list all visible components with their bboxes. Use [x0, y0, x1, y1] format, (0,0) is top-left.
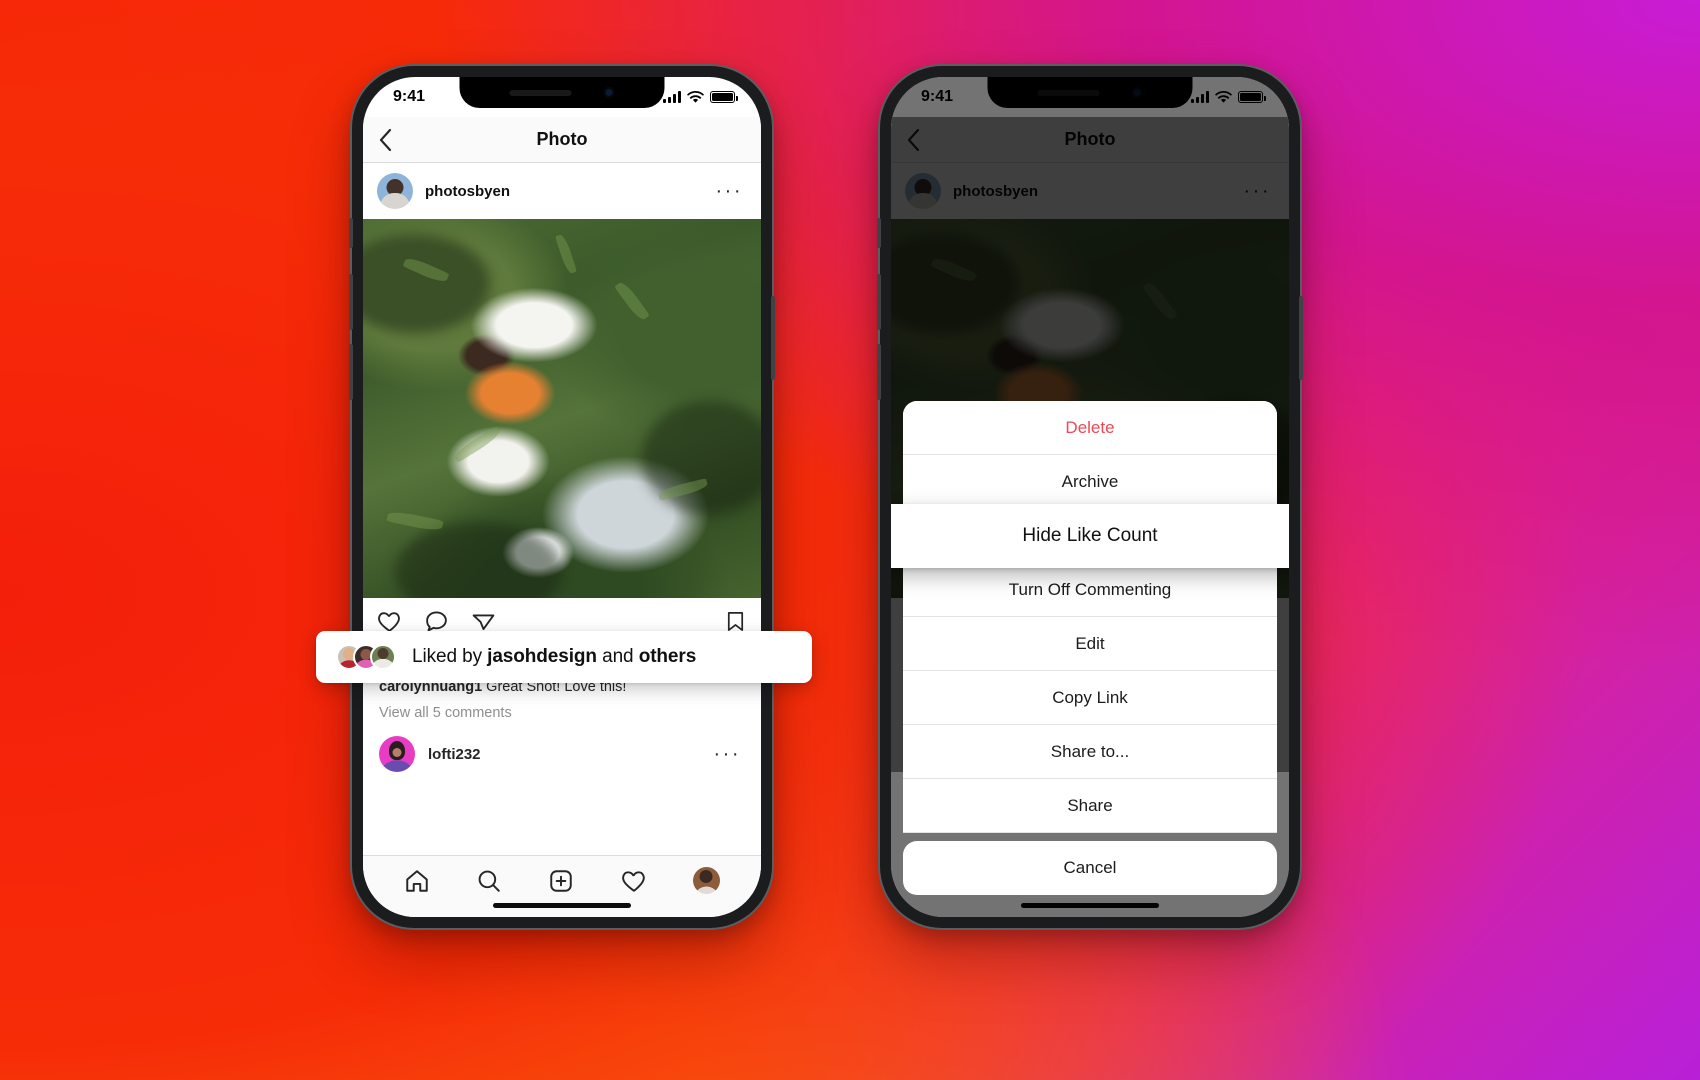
avatar[interactable] — [379, 736, 415, 772]
power-button[interactable] — [771, 296, 775, 380]
cellular-signal-icon — [663, 91, 681, 103]
volume-down-button[interactable] — [349, 344, 353, 400]
sheet-cancel-button[interactable]: Cancel — [903, 841, 1277, 895]
like-heart-icon[interactable] — [377, 609, 402, 634]
liker-avatar-stack — [336, 644, 396, 670]
right-phone-device: 9:41 Photo — [877, 66, 1303, 928]
sheet-item-hide-like-count[interactable]: Hide Like Count — [891, 504, 1289, 568]
right-phone-screen: 9:41 Photo — [891, 77, 1289, 917]
liked-by-others[interactable]: others — [639, 646, 697, 667]
wifi-icon — [687, 90, 704, 103]
volume-up-button[interactable] — [877, 274, 881, 330]
device-notch — [459, 77, 665, 108]
battery-icon — [710, 91, 738, 103]
sheet-item-copy-link[interactable]: Copy Link — [903, 671, 1277, 725]
liked-by-middle: and — [596, 646, 639, 667]
profile-avatar-icon — [692, 867, 720, 894]
front-camera — [603, 87, 615, 98]
save-bookmark-icon[interactable] — [724, 610, 747, 633]
sheet-item-delete[interactable]: Delete — [903, 401, 1277, 455]
sheet-item-turn-off-commenting[interactable]: Turn Off Commenting — [903, 563, 1277, 617]
chevron-left-icon[interactable] — [379, 128, 413, 151]
avatar[interactable] — [377, 173, 413, 209]
earpiece-speaker — [509, 89, 572, 96]
sheet-item-share[interactable]: Share — [903, 779, 1277, 833]
liked-by-callout[interactable]: Liked by jasohdesign and others — [316, 631, 812, 683]
page-title: Photo — [536, 129, 588, 149]
tab-activity[interactable] — [621, 868, 647, 894]
tab-create[interactable] — [548, 868, 574, 894]
post-author-username[interactable]: photosbyen — [425, 183, 704, 200]
tab-search[interactable] — [476, 868, 502, 894]
home-indicator[interactable] — [493, 903, 631, 908]
more-options-icon[interactable]: ··· — [714, 744, 745, 764]
tab-home[interactable] — [404, 868, 430, 894]
mute-switch[interactable] — [877, 218, 881, 248]
volume-up-button[interactable] — [349, 274, 353, 330]
view-all-comments-link[interactable]: View all 5 comments — [379, 700, 745, 726]
sheet-item-share-to[interactable]: Share to... — [903, 725, 1277, 779]
sheet-item-archive[interactable]: Archive — [903, 455, 1277, 509]
status-bar-icons — [663, 90, 738, 104]
tab-profile[interactable] — [692, 867, 720, 894]
left-phone-device: 9:41 Photo photosbyen ··· carolynhuang1 … — [349, 66, 775, 928]
comment-composer: lofti232 ··· — [363, 726, 761, 772]
post-photo[interactable] — [363, 219, 761, 598]
power-button[interactable] — [1299, 296, 1303, 380]
mute-switch[interactable] — [349, 218, 353, 248]
post-header: photosbyen ··· — [363, 163, 761, 219]
navigation-bar: Photo — [363, 117, 761, 163]
liker-avatar-3 — [370, 644, 396, 670]
liked-by-text: Liked by jasohdesign and others — [412, 646, 696, 668]
liked-by-prefix: Liked by — [412, 646, 488, 667]
screenshot-canvas: 9:41 Photo photosbyen ··· carolynhuang1 … — [0, 0, 1700, 1080]
volume-down-button[interactable] — [877, 344, 881, 400]
sheet-item-edit[interactable]: Edit — [903, 617, 1277, 671]
liked-by-username[interactable]: jasohdesign — [487, 646, 597, 667]
status-bar-time: 9:41 — [393, 88, 426, 105]
composer-username[interactable]: lofti232 — [428, 746, 701, 763]
post-options-action-sheet: Delete Archive Hide Like Count Turn Off … — [891, 401, 1289, 833]
more-options-icon[interactable]: ··· — [716, 181, 747, 201]
left-phone-screen: 9:41 Photo photosbyen ··· carolynhuang1 … — [363, 77, 761, 917]
share-paperplane-icon[interactable] — [471, 609, 496, 634]
comment-bubble-icon[interactable] — [424, 609, 449, 634]
